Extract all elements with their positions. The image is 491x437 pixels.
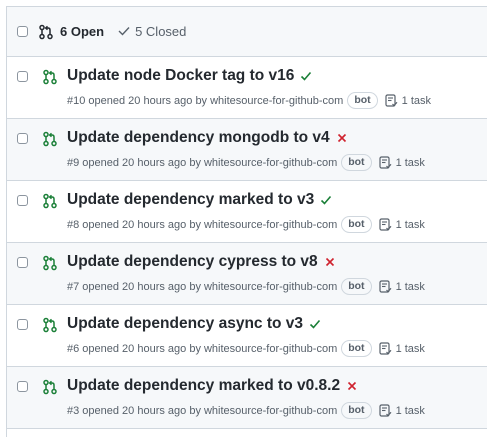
opened-info: #7 opened 20 hours ago by	[67, 280, 201, 293]
pull-request-title-link[interactable]: Update dependency marked to v0.8.2	[67, 377, 340, 395]
author-link[interactable]: whitesource-for-github-com	[204, 343, 337, 355]
pull-request-meta: #3 opened 20 hours ago by whitesource-fo…	[67, 402, 425, 419]
bot-badge: bot	[341, 216, 372, 233]
pull-request-row: Update dependency marked to v0.8.2 #3 op…	[7, 367, 487, 429]
check-success-icon[interactable]	[309, 318, 321, 330]
title-line: Update dependency marked to v3	[67, 191, 332, 209]
checklist-icon	[385, 94, 398, 107]
task-progress[interactable]: 1 task	[378, 156, 425, 169]
bot-badge: bot	[341, 154, 372, 171]
pull-request-title-link[interactable]: Update dependency marked to v3	[67, 191, 314, 209]
bot-badge: bot	[341, 278, 372, 295]
row-checkbox[interactable]	[17, 381, 28, 392]
open-pull-request-icon	[42, 379, 58, 395]
task-progress[interactable]: 1 task	[378, 280, 425, 293]
checklist-icon	[378, 404, 392, 417]
pull-request-meta: #6 opened 20 hours ago by whitesource-fo…	[67, 340, 425, 357]
task-progress[interactable]: 1 task	[385, 94, 431, 107]
title-line: Update dependency marked to v0.8.2	[67, 377, 358, 395]
pull-request-row: Update dependency marked to v3 #8 opened…	[7, 181, 487, 243]
checklist-icon	[378, 280, 392, 293]
pull-request-meta: #9 opened 20 hours ago by whitesource-fo…	[67, 154, 425, 171]
author-link[interactable]: whitesource-for-github-com	[204, 405, 337, 417]
pull-request-row: Update dependency async to v3 #6 opened …	[7, 305, 487, 367]
task-count: 1 task	[395, 218, 425, 231]
title-line: Update dependency cypress to v8	[67, 253, 336, 271]
checklist-icon	[378, 218, 392, 231]
pull-request-title-link[interactable]: Update dependency async to v3	[67, 315, 303, 333]
bot-badge: bot	[347, 92, 378, 109]
open-pull-request-icon	[42, 255, 58, 271]
open-pull-request-icon	[42, 193, 58, 209]
opened-info: #10 opened 20 hours ago by	[67, 94, 208, 107]
pull-request-meta: #8 opened 20 hours ago by whitesource-fo…	[67, 216, 425, 233]
task-count: 1 task	[395, 280, 425, 293]
task-count: 1 task	[401, 94, 432, 107]
row-checkbox[interactable]	[17, 133, 28, 144]
row-checkbox[interactable]	[17, 257, 28, 268]
check-success-icon[interactable]	[320, 194, 332, 206]
author-link[interactable]: whitesource-for-github-com	[204, 219, 337, 231]
task-count: 1 task	[395, 404, 425, 417]
task-progress[interactable]: 1 task	[378, 218, 425, 231]
pull-request-meta: #10 opened 20 hours ago by whitesource-f…	[67, 92, 431, 109]
opened-info: #9 opened 20 hours ago by	[67, 156, 201, 169]
title-line: Update node Docker tag to v16	[67, 67, 312, 85]
pull-request-meta: #7 opened 20 hours ago by whitesource-fo…	[67, 278, 425, 295]
title-line: Update dependency mongodb to v4	[67, 129, 348, 147]
opened-info: #6 opened 20 hours ago by	[67, 342, 201, 355]
row-checkbox[interactable]	[17, 319, 28, 330]
x-failure-icon[interactable]	[346, 380, 358, 392]
row-checkbox[interactable]	[17, 195, 28, 206]
task-count: 1 task	[395, 342, 425, 355]
pull-request-icon	[38, 24, 54, 40]
checklist-icon	[378, 342, 392, 355]
closed-filter-link[interactable]: 5 Closed	[118, 24, 186, 39]
row-checkbox[interactable]	[17, 71, 28, 82]
opened-info: #3 opened 20 hours ago by	[67, 404, 201, 417]
select-all-checkbox[interactable]	[17, 26, 28, 37]
task-progress[interactable]: 1 task	[378, 404, 425, 417]
pull-request-row: Update node Docker tag to v16 #10 opened…	[7, 57, 487, 119]
task-count: 1 task	[395, 156, 425, 169]
pull-request-title-link[interactable]: Update dependency cypress to v8	[67, 253, 318, 271]
x-failure-icon[interactable]	[324, 256, 336, 268]
bot-badge: bot	[341, 402, 372, 419]
author-link[interactable]: whitesource-for-github-com	[204, 281, 337, 293]
open-pull-request-icon	[42, 317, 58, 333]
title-line: Update dependency async to v3	[67, 315, 321, 333]
pull-request-row: Update dependency cypress to v8 #7 opene…	[7, 243, 487, 305]
author-link[interactable]: whitesource-for-github-com	[204, 157, 337, 169]
pull-request-row: Update dependency mongodb to v4 #9 opene…	[7, 119, 487, 181]
open-pull-request-icon	[42, 131, 58, 147]
bot-badge: bot	[341, 340, 372, 357]
check-icon	[118, 24, 130, 39]
open-pull-request-icon	[42, 69, 58, 85]
x-failure-icon[interactable]	[336, 132, 348, 144]
author-link[interactable]: whitesource-for-github-com	[210, 95, 343, 107]
opened-info: #8 opened 20 hours ago by	[67, 218, 201, 231]
task-progress[interactable]: 1 task	[378, 342, 425, 355]
list-header: 6 Open 5 Closed	[7, 7, 487, 57]
checklist-icon	[378, 156, 392, 169]
pull-request-title-link[interactable]: Update dependency mongodb to v4	[67, 129, 330, 147]
pull-request-list: 6 Open 5 Closed Update node Docker tag t	[6, 6, 487, 437]
check-success-icon[interactable]	[300, 70, 312, 82]
pull-request-title-link[interactable]: Update node Docker tag to v16	[67, 67, 294, 85]
closed-filter-label: 5 Closed	[135, 24, 187, 39]
open-filter-link[interactable]: 6 Open	[60, 24, 104, 39]
